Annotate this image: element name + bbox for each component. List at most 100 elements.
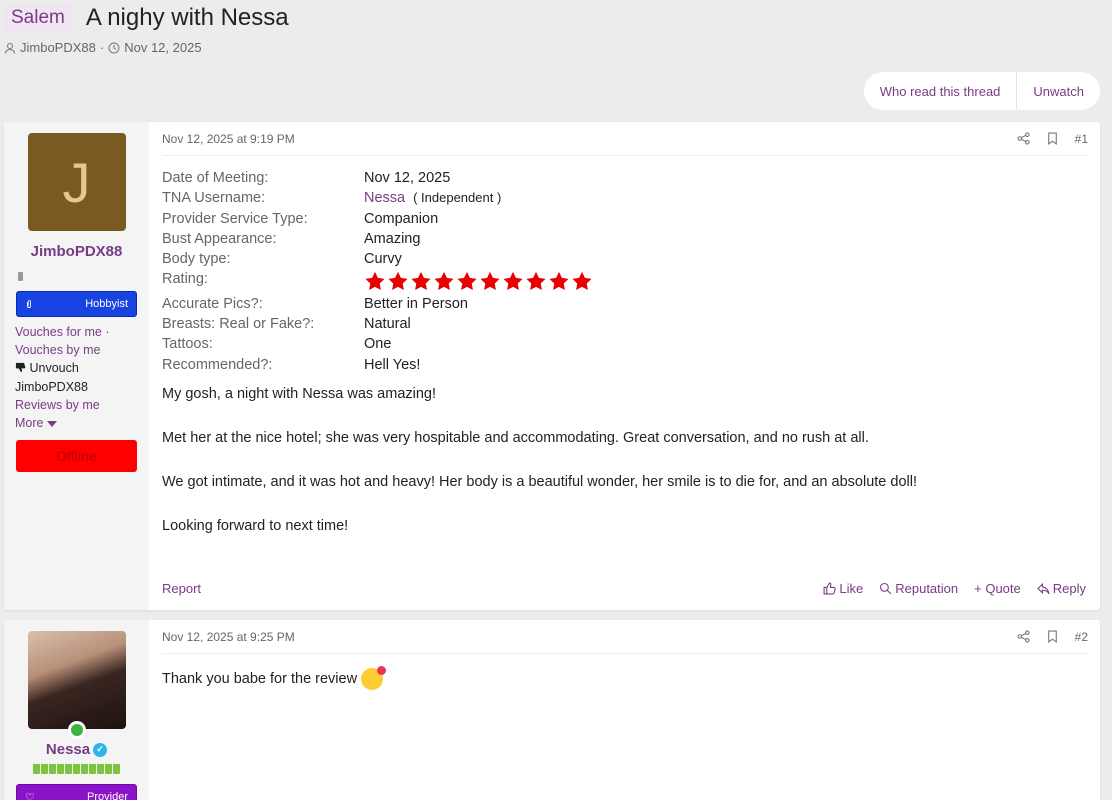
body-paragraph: We got intimate, and it was hot and heav… (162, 473, 917, 490)
verified-icon: ✓ (93, 742, 108, 757)
star-icon (503, 272, 523, 291)
post-actions: Like Reputation + Quote Reply (823, 581, 1086, 596)
thread-meta: JimboPDX88 · Nov 12, 2025 (4, 40, 289, 55)
post-number[interactable]: #2 (1075, 630, 1088, 644)
badge-label: Provider (87, 791, 128, 800)
star-icon (434, 272, 454, 291)
post-timestamp[interactable]: Nov 12, 2025 at 9:25 PM (162, 630, 295, 644)
thread-date[interactable]: Nov 12, 2025 (124, 40, 201, 55)
field-value: Better in Person (364, 295, 468, 312)
field-value: Nov 12, 2025 (364, 170, 451, 186)
field-value: Hell Yes! (364, 356, 421, 373)
field-label: Rating: (162, 271, 208, 288)
thumbs-down-icon (15, 363, 26, 373)
star-icon (572, 272, 592, 291)
online-indicator (67, 721, 86, 739)
field-label: Accurate Pics?: (162, 295, 263, 312)
unwatch-button[interactable]: Unwatch (1016, 72, 1100, 110)
post-timestamp[interactable]: Nov 12, 2025 at 9:19 PM (162, 132, 295, 146)
post-number[interactable]: #1 (1075, 132, 1088, 146)
post-author-username[interactable]: JimboPDX88 (31, 243, 123, 260)
unvouch-label: Unvouch (29, 361, 79, 376)
avatar-letter: J (62, 150, 91, 214)
thread-header: Salem A nighy with Nessa JimboPDX88 · No… (4, 4, 289, 55)
like-label: Like (839, 581, 864, 596)
vouches-for-me-link[interactable]: Vouches for me · (15, 325, 110, 339)
post-body: My gosh, a night with Nessa was amazing!… (162, 383, 1088, 537)
clock-icon (108, 42, 120, 53)
thumbs-up-icon (823, 582, 837, 595)
offline-status: Offline (16, 440, 137, 473)
reviews-by-me-link[interactable]: Reviews by me (15, 398, 100, 412)
thread-author[interactable]: JimboPDX88 (20, 40, 96, 55)
field-label: Body type: (162, 251, 231, 268)
report-link[interactable]: Report (162, 581, 201, 596)
quote-button[interactable]: + Quote (974, 581, 1021, 596)
body-paragraph: Met her at the nice hotel; she was very … (162, 429, 869, 446)
avatar[interactable]: J (27, 133, 126, 231)
caret-down-icon (46, 421, 57, 428)
reputation-label: Reputation (895, 581, 959, 596)
smiling-face-with-hearts-icon (361, 666, 387, 690)
reply-button[interactable]: Reply (1037, 581, 1086, 596)
field-value: One (364, 336, 392, 353)
body-paragraph: Thank you babe for the review (162, 671, 358, 687)
thread-prefix[interactable]: Salem (4, 4, 72, 32)
star-icon (549, 272, 569, 291)
body-paragraph: Looking forward to next time! (162, 517, 349, 534)
user-name-plain: JimboPDX88 (15, 379, 88, 394)
post-2-main: Nov 12, 2025 at 9:25 PM #2 Thank you bab… (149, 620, 1100, 800)
reply-label: Reply (1052, 581, 1086, 596)
post-tools: #1 (1017, 132, 1088, 146)
field-value: Natural (364, 316, 411, 333)
username-label: Nessa (45, 741, 91, 758)
badge-label: Hobbyist (85, 298, 128, 310)
who-read-thread-button[interactable]: Who read this thread (863, 72, 1017, 110)
post-1-main: Nov 12, 2025 at 9:19 PM #1 Date of Meeti… (149, 122, 1100, 610)
provider-badge: ♡ Provider (16, 784, 137, 800)
post-header: Nov 12, 2025 at 9:25 PM #2 (162, 620, 1088, 654)
field-value: Curvy (364, 251, 402, 268)
star-icon (480, 272, 500, 291)
avatar[interactable] (27, 631, 126, 739)
tna-username-link[interactable]: Nessa (364, 190, 405, 206)
share-icon[interactable] (1017, 132, 1030, 145)
star-icon (388, 272, 408, 291)
bookmark-icon[interactable] (1046, 630, 1059, 643)
star-icon (365, 272, 385, 291)
share-icon[interactable] (1017, 630, 1030, 643)
vouches-by-me-link[interactable]: Vouches by me (15, 343, 100, 357)
field-label: Bust Appearance: (162, 230, 277, 247)
meta-separator: · (99, 40, 105, 55)
field-label: Date of Meeting: (162, 170, 269, 186)
reply-icon (1037, 582, 1050, 595)
post-tools: #2 (1017, 630, 1088, 644)
reputation-button[interactable]: Reputation (879, 581, 958, 596)
like-button[interactable]: Like (823, 581, 863, 596)
post-author-username[interactable]: Nessa ✓ (45, 741, 108, 758)
bookmark-icon[interactable] (1046, 132, 1059, 145)
post-2: Nessa ✓ ♡ Provider Nov 12, 2025 at 9:25 … (4, 620, 1100, 800)
unvouch-button[interactable]: Unvouch (15, 359, 110, 377)
rating-stars (364, 271, 1088, 291)
post-1-user-column: J JimboPDX88 Hobbyist Vouches for me · V… (4, 122, 149, 610)
field-label: Breasts: Real or Fake?: (162, 316, 315, 333)
reputation-bar (33, 764, 120, 774)
reputation-indicator (18, 272, 23, 281)
post-footer: Report Like Reputation + Quote Reply (162, 581, 1086, 596)
paperclip-icon (27, 299, 31, 308)
star-icon (411, 272, 431, 291)
post-body: Thank you babe for the review (162, 666, 1088, 690)
user-links: Vouches for me · Vouches by me Unvouch J… (15, 323, 110, 432)
star-icon (526, 272, 546, 291)
field-value: Amazing (364, 230, 421, 247)
body-paragraph: My gosh, a night with Nessa was amazing! (162, 385, 437, 402)
hobbyist-badge: Hobbyist (16, 291, 137, 317)
field-label: Recommended?: (162, 356, 273, 373)
review-fields: Date of Meeting: Nov 12, 2025 TNA Userna… (162, 170, 1088, 373)
user-icon (5, 42, 15, 54)
heart-icon: ♡ (25, 791, 35, 800)
field-value-tna: Nessa ( Independent ) (364, 190, 1088, 206)
more-dropdown[interactable]: More (15, 414, 110, 432)
field-label: Provider Service Type: (162, 210, 308, 227)
